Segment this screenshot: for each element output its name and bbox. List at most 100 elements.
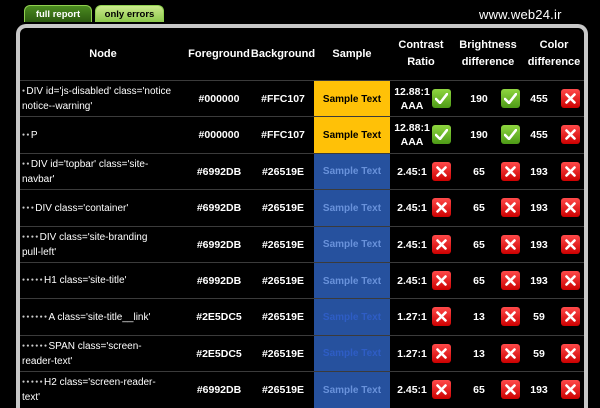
background-value: #26519E xyxy=(261,347,305,360)
fail-icon xyxy=(432,198,451,218)
background-value: #26519E xyxy=(261,238,305,251)
node-cell: ● ● ● ● ● H2 class='screen-reader-text' xyxy=(22,372,172,408)
table-row: ● ● ● ● ● H1 class='site-title' #6992DB #2… xyxy=(20,262,584,299)
node-line: H1 class='site-title' xyxy=(44,275,127,287)
table-row: ● ● ● ● ● ● A class='site-title__link' #2… xyxy=(20,298,584,336)
brightness-value: 65 xyxy=(473,384,485,397)
table-row: ● ● DIV id='topbar' class='site-navbar' #… xyxy=(20,152,584,190)
indent-dots: ● ● ● ● ● xyxy=(22,277,45,284)
sample-text: Sample Text xyxy=(314,299,390,336)
sample-text: Sample Text xyxy=(314,263,390,299)
table-row: ● DIV id='js-disabled' class='notice noti… xyxy=(20,80,584,117)
contrast-level: AAA xyxy=(400,100,424,112)
sample-text: Sample Text xyxy=(314,117,390,154)
table-row: ● ● P #000000 #FFC107 Sample Text 12.88:1 AAA… xyxy=(20,116,584,154)
node-line: pull-left' xyxy=(22,246,57,258)
node-line: DIV class='container' xyxy=(35,202,129,214)
indent-dots: ● ● ● ● ● ● xyxy=(22,342,49,349)
foreground-value: #6992DB xyxy=(196,384,242,397)
background-value: #26519E xyxy=(261,311,305,324)
fail-icon xyxy=(432,307,451,327)
foreground-value: #000000 xyxy=(198,93,240,105)
column-sample: Sample xyxy=(332,47,372,60)
fail-icon xyxy=(432,234,451,254)
node-path: ● ● ● ● ● H1 class='site-title' xyxy=(22,273,127,288)
column-brightness-difference: Brightness difference xyxy=(459,39,517,68)
column-foreground: Foreground xyxy=(188,47,250,60)
background-value: #26519E xyxy=(261,275,305,287)
contrast-ratio-value: 1.27:1 xyxy=(397,311,427,324)
node-line: SPAN class='screen- xyxy=(48,340,142,352)
contrast-ratio-value: 2.45:1 xyxy=(397,165,427,178)
brightness-value: 65 xyxy=(473,238,485,251)
brightness-value: 190 xyxy=(470,129,488,142)
node-line: notice--warning' xyxy=(22,101,93,113)
background-value: #FFC107 xyxy=(261,129,305,142)
node-line: navbar' xyxy=(22,173,55,185)
brightness-value: 13 xyxy=(473,311,485,324)
color-difference-value: 193 xyxy=(530,238,548,251)
node-cell: ● ● DIV id='topbar' class='site-navbar' xyxy=(22,154,172,190)
color-difference-value: 193 xyxy=(530,165,548,178)
fail-icon xyxy=(432,271,451,290)
fail-icon xyxy=(561,307,580,327)
foreground-value: #6992DB xyxy=(196,202,242,215)
table-row: ● ● ● ● ● H2 class='screen-reader-text' #… xyxy=(20,371,584,408)
background-value: #26519E xyxy=(261,384,305,397)
pass-icon xyxy=(432,89,451,108)
fail-icon xyxy=(501,380,520,400)
sample-text: Sample Text xyxy=(314,335,390,372)
table-row: ● ● ● ● DIV class='site-branding pull-lef… xyxy=(20,225,584,263)
tab-full-report[interactable]: full report xyxy=(24,5,92,22)
indent-dots: ● ● ● ● ● ● xyxy=(22,313,49,320)
contrast-ratio-value: 2.45:1 xyxy=(397,202,427,215)
contrast-ratio-value: 1.27:1 xyxy=(397,347,427,360)
table-row: ● ● ● DIV class='container' #6992DB #26519… xyxy=(20,189,584,227)
node-cell: ● DIV id='js-disabled' class='notice noti… xyxy=(22,81,172,117)
table-header: Node Foreground Background Sample Contra… xyxy=(20,28,584,80)
color-difference-value: 455 xyxy=(530,93,548,105)
brightness-value: 65 xyxy=(473,275,485,287)
foreground-value: #2E5DC5 xyxy=(196,347,242,360)
fail-icon xyxy=(561,380,580,400)
pass-icon xyxy=(501,125,520,145)
fail-icon xyxy=(501,271,520,290)
node-line: P xyxy=(30,129,38,141)
contrast-ratio-cell: 12.88:1 AAA xyxy=(390,117,434,153)
contrast-ratio-value: 2.45:1 xyxy=(397,384,427,397)
column-color-difference: Color difference xyxy=(527,39,581,68)
brightness-value: 13 xyxy=(473,347,485,360)
node-line: reader-text' xyxy=(22,355,73,367)
contrast-ratio-value: 12.88:1 xyxy=(394,86,430,98)
fail-icon xyxy=(561,125,580,145)
fail-icon xyxy=(501,161,520,181)
node-path: ● ● ● ● ● H2 class='screen-reader- xyxy=(22,375,156,390)
fail-icon xyxy=(501,343,520,363)
indent-dots: ● ● xyxy=(22,131,31,138)
contrast-ratio-value: 2.45:1 xyxy=(397,275,427,287)
contrast-ratio-value: 12.88:1 xyxy=(394,122,430,135)
node-line: DIV class='site-branding xyxy=(39,231,148,243)
fail-icon xyxy=(561,343,580,363)
color-difference-value: 59 xyxy=(533,311,545,324)
foreground-value: #6992DB xyxy=(196,165,242,178)
color-difference-value: 193 xyxy=(530,275,548,287)
node-path: ● ● ● ● ● ● A class='site-title__link' xyxy=(22,310,150,325)
results-panel: Node Foreground Background Sample Contra… xyxy=(16,24,588,408)
node-cell: ● ● ● ● DIV class='site-branding pull-lef… xyxy=(22,227,172,263)
fail-icon xyxy=(561,234,580,254)
tab-only-errors[interactable]: only errors xyxy=(95,5,164,22)
node-path: ● ● ● DIV class='container' xyxy=(22,201,128,216)
brightness-value: 190 xyxy=(470,93,488,105)
node-cell: ● ● ● DIV class='container' xyxy=(22,190,172,226)
fail-icon xyxy=(501,234,520,254)
indent-dots: ● ● ● xyxy=(22,204,36,211)
sample-text: Sample Text xyxy=(314,81,390,117)
sample-text: Sample Text xyxy=(314,226,390,263)
node-line: DIV id='topbar' class='site- xyxy=(30,158,149,170)
foreground-value: #000000 xyxy=(198,129,240,142)
column-contrast-ratio: Contrast Ratio xyxy=(398,39,444,68)
fail-icon xyxy=(561,161,580,181)
node-path: ● ● ● ● ● ● SPAN class='screen- xyxy=(22,339,142,354)
foreground-value: #6992DB xyxy=(196,275,242,287)
